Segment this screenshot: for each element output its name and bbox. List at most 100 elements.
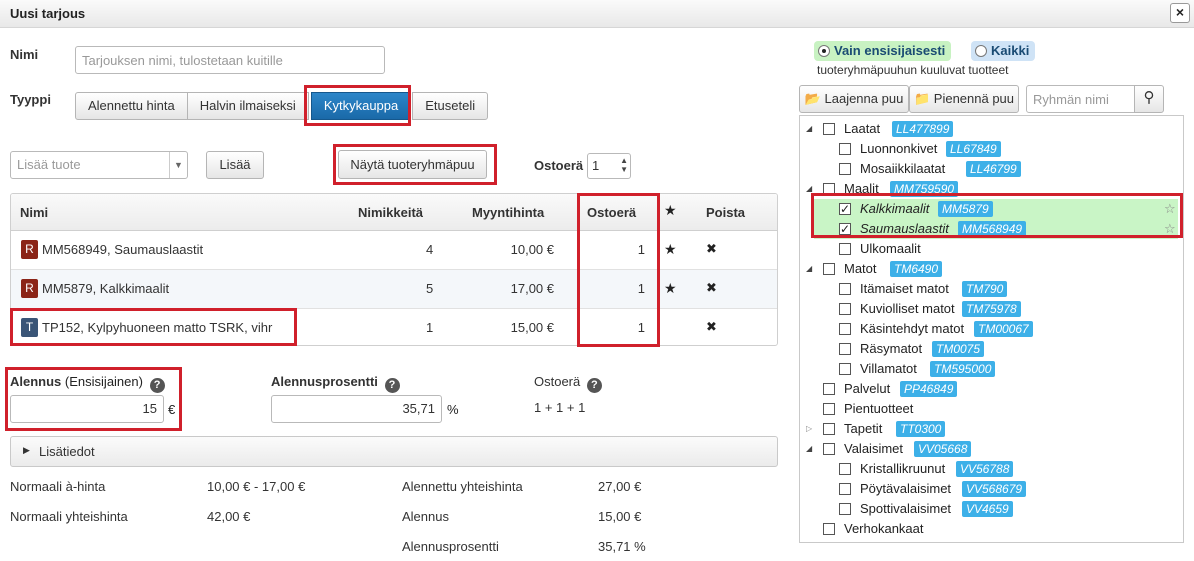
tree-node-label: Pientuotteet (844, 401, 914, 416)
tree-node-maalit[interactable]: ◢ Maalit MM759590 (806, 179, 1176, 199)
discount-input[interactable]: 15 (10, 395, 164, 423)
expanded-arrow-icon[interactable]: ◢ (806, 179, 812, 199)
tree-checkbox[interactable] (839, 163, 851, 175)
show-tree-button[interactable]: Näytä tuoteryhmäpuu (338, 150, 487, 179)
tree-checkbox[interactable] (839, 303, 851, 315)
more-info-label: Lisätiedot (39, 444, 95, 459)
add-product-select[interactable]: Lisää tuote ▼ (10, 151, 188, 179)
type-option-voucher[interactable]: Etuseteli (412, 92, 489, 120)
tree-node-itamaiset-matot[interactable]: Itämaiset matot TM790 (806, 279, 1176, 299)
normal-unit-value: 10,00 € - 17,00 € (207, 479, 306, 494)
tree-node-ulkomaalit[interactable]: Ulkomaalit (806, 239, 1176, 259)
tree-node-saumauslaastit[interactable]: Saumauslaastit MM568949 ☆ (814, 219, 1178, 239)
tree-node-tapetit[interactable]: ▷ Tapetit TT0300 (806, 419, 1176, 439)
tree-node-mosaiikkilaatat[interactable]: Mosaiikkilaatat LL46799 (806, 159, 1176, 179)
collapse-tree-button[interactable]: 📁 Pienennä puu (909, 85, 1019, 113)
tree-checkbox[interactable] (823, 403, 835, 415)
product-group-tree: ◢ Laatat LL477899 Luonnonkivet LL67849 M… (799, 115, 1184, 543)
tree-node-spottivalaisimet[interactable]: Spottivalaisimet VV4659 (806, 499, 1176, 519)
search-button[interactable]: ⚲ (1134, 85, 1164, 113)
tree-node-palvelut[interactable]: Palvelut PP46849 (806, 379, 1176, 399)
help-icon[interactable]: ? (586, 378, 602, 393)
tree-node-kuviolliset-matot[interactable]: Kuviolliset matot TM75978 (806, 299, 1176, 319)
tree-node-code: MM5879 (938, 201, 993, 217)
tree-checkbox-checked[interactable] (839, 219, 851, 239)
star-outline-icon[interactable]: ☆ (1164, 219, 1176, 239)
radio-primary-label: Vain ensisijaisesti (834, 43, 946, 58)
tree-node-valaisimet[interactable]: ◢ Valaisimet VV05668 (806, 439, 1176, 459)
tree-node-villamatot[interactable]: Villamatot TM595000 (806, 359, 1176, 379)
tree-node-pientuotteet[interactable]: Pientuotteet (806, 399, 1176, 419)
tree-node-code: MM568949 (958, 221, 1027, 237)
star-icon[interactable]: ★ (664, 280, 677, 297)
star-icon[interactable]: ★ (664, 241, 677, 258)
offer-name-input[interactable] (75, 46, 385, 74)
tree-node-luonnonkivet[interactable]: Luonnonkivet LL67849 (806, 139, 1176, 159)
tree-node-matot[interactable]: ◢ Matot TM6490 (806, 259, 1176, 279)
tree-checkbox[interactable] (823, 443, 835, 455)
tree-checkbox[interactable] (823, 263, 835, 275)
type-option-bundle[interactable]: Kytkykauppa (310, 92, 412, 120)
tree-node-kalkkimaalit[interactable]: Kalkkimaalit MM5879 ☆ (814, 199, 1178, 219)
row-price: 15,00 € (510, 320, 554, 335)
col-name: Nimi (20, 205, 49, 220)
discount-percent-input[interactable]: 35,71 (271, 395, 442, 423)
expanded-arrow-icon[interactable]: ◢ (806, 259, 812, 279)
tree-node-verhokankaat[interactable]: Verhokankaat (806, 519, 1176, 539)
tree-node-label: Ulkomaalit (860, 241, 921, 256)
tree-node-rasymatot[interactable]: Räsymatot TM0075 (806, 339, 1176, 359)
type-option-cheapest-free[interactable]: Halvin ilmaiseksi (186, 92, 309, 120)
tree-checkbox[interactable] (823, 123, 835, 135)
tree-checkbox[interactable] (839, 243, 851, 255)
discount-percent-unit: % (447, 402, 459, 417)
remove-icon[interactable]: ✖ (706, 280, 717, 296)
tree-checkbox[interactable] (839, 363, 851, 375)
row-name: MM5879, Kalkkimaalit (42, 281, 170, 296)
tree-checkbox[interactable] (823, 523, 835, 535)
tree-node-kristallikruunut[interactable]: Kristallikruunut VV56788 (806, 459, 1176, 479)
products-table: Nimi Nimikkeitä Myyntihinta Ostoerä ★ Po… (10, 193, 778, 346)
tree-checkbox[interactable] (839, 483, 851, 495)
tree-node-poytavalaisimet[interactable]: Pöytävalaisimet VV568679 (806, 479, 1176, 499)
tree-node-code: TM75978 (962, 301, 1021, 317)
tree-checkbox[interactable] (839, 143, 851, 155)
help-icon[interactable]: ? (149, 378, 165, 393)
tree-checkbox[interactable] (839, 283, 851, 295)
type-option-discounted-price[interactable]: Alennettu hinta (75, 92, 188, 120)
help-icon[interactable]: ? (384, 378, 400, 393)
more-info-accordion[interactable]: ▶ Lisätiedot (10, 436, 778, 467)
bundle-qty-label: Ostoerä (534, 374, 581, 389)
star-outline-icon[interactable]: ☆ (1164, 199, 1176, 219)
radio-primary-only[interactable]: Vain ensisijaisesti (814, 41, 952, 61)
group-search-input[interactable] (1026, 85, 1135, 113)
collapsed-arrow-icon[interactable]: ▷ (806, 419, 812, 439)
close-button[interactable]: × (1170, 3, 1190, 23)
tree-node-code: TT0300 (896, 421, 946, 437)
tree-checkbox[interactable] (839, 323, 851, 335)
tree-node-label: Mosaiikkilaatat (860, 161, 946, 176)
normal-unit-label: Normaali à-hinta (10, 479, 106, 494)
tree-checkbox-checked[interactable] (839, 199, 851, 219)
tree-checkbox[interactable] (823, 383, 835, 395)
add-button[interactable]: Lisää (206, 151, 264, 179)
tree-node-kasintehdyt-matot[interactable]: Käsintehdyt matot TM00067 (806, 319, 1176, 339)
summary-percent-label: Alennusprosentti (402, 539, 499, 554)
chevron-down-icon[interactable]: ▼ (169, 152, 187, 178)
tree-checkbox[interactable] (839, 463, 851, 475)
tree-node-code: LL477899 (892, 121, 954, 137)
dialog-title: Uusi tarjous (10, 6, 86, 21)
remove-icon[interactable]: ✖ (706, 319, 717, 335)
summary-discount-label: Alennus (402, 509, 449, 524)
remove-icon[interactable]: ✖ (706, 241, 717, 257)
purchase-qty-stepper[interactable]: 1 ▲ ▼ (587, 153, 631, 179)
expand-tree-button[interactable]: 📂 Laajenna puu (799, 85, 909, 113)
expanded-arrow-icon[interactable]: ◢ (806, 439, 812, 459)
tree-checkbox[interactable] (823, 183, 835, 195)
stepper-arrows-icon[interactable]: ▲ ▼ (620, 156, 628, 174)
tree-checkbox[interactable] (839, 343, 851, 355)
tree-checkbox[interactable] (823, 423, 835, 435)
expanded-arrow-icon[interactable]: ◢ (806, 119, 812, 139)
tree-checkbox[interactable] (839, 503, 851, 515)
radio-all[interactable]: Kaikki (971, 41, 1036, 61)
tree-node-laatat[interactable]: ◢ Laatat LL477899 (806, 119, 1176, 139)
